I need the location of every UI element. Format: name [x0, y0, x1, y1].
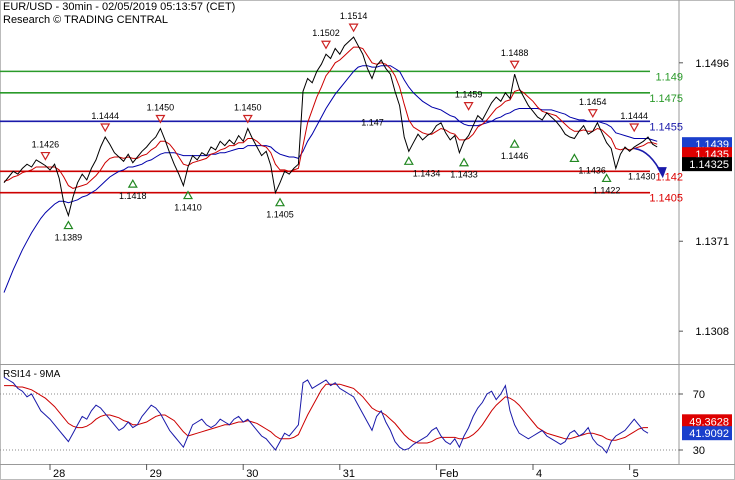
low-label: 1.1433: [450, 170, 478, 180]
low-label: 1.1422: [593, 185, 621, 195]
level-label: 1.1405: [649, 193, 683, 205]
x-tick-label: 31: [343, 468, 355, 480]
resistance-marker: [587, 109, 598, 118]
high-label: 1.1488: [501, 48, 529, 58]
support-marker: [458, 157, 470, 167]
support-marker: [127, 178, 138, 188]
support-marker: [509, 138, 520, 148]
support-marker: [601, 173, 612, 183]
chart-frame: [0, 0, 735, 480]
support-marker: [63, 220, 74, 230]
resistance-marker: [100, 123, 111, 133]
forecast-arrow-shaft: [634, 147, 663, 175]
y-tick-label: 1.1371: [695, 236, 729, 248]
high-label: 1.1450: [234, 102, 262, 112]
x-tick-label: Feb: [439, 468, 458, 480]
x-tick-label: 4: [536, 468, 542, 480]
resistance-marker: [463, 102, 474, 111]
low-label: 1.1418: [119, 191, 147, 201]
high-label: 1.1454: [579, 97, 607, 107]
low-label: 1.1434: [413, 168, 441, 178]
osc-tick-label: 70: [693, 389, 705, 401]
eurusd-chart[interactable]: 1.1491.14751.14551.1421.14051.14261.1444…: [0, 0, 735, 480]
inline-label: 1.1430: [628, 172, 656, 182]
low-label: 1.1446: [501, 151, 529, 161]
rsi-line: [3, 376, 649, 454]
low-label: 1.1389: [55, 233, 83, 243]
level-label: 1.142: [655, 171, 683, 183]
resistance-marker: [629, 123, 640, 133]
inline-label: 1.147: [361, 117, 384, 127]
resistance-marker: [320, 40, 332, 50]
high-label: 1.1514: [340, 11, 368, 21]
y-tick-label: 1.1308: [695, 326, 729, 338]
resistance-marker: [348, 23, 359, 33]
low-label: 1.1405: [266, 210, 294, 220]
x-tick-label: 28: [53, 468, 65, 480]
resistance-marker: [40, 151, 51, 161]
high-label: 1.1459: [455, 90, 483, 100]
resistance-marker: [509, 60, 520, 70]
rsi-moving-average-line: [4, 383, 648, 444]
level-label: 1.1455: [649, 121, 683, 133]
high-label: 1.1444: [91, 111, 119, 121]
oscillator-title: RSI14 - 9MA: [3, 369, 61, 380]
x-tick-label: 30: [246, 468, 258, 480]
price-tag-label: 1.14325: [689, 159, 729, 171]
oscillator-value-label: 41.9092: [689, 428, 729, 440]
high-label: 1.1426: [32, 140, 60, 150]
support-marker: [274, 197, 286, 207]
support-marker: [403, 156, 414, 165]
high-label: 1.1450: [147, 102, 175, 112]
level-label: 1.1475: [649, 93, 683, 105]
support-marker: [569, 153, 580, 163]
moving-average-slow-line: [3, 65, 658, 293]
low-label: 1.1436: [578, 165, 606, 175]
low-label: 1.1410: [174, 203, 202, 213]
osc-tick-label: 30: [693, 445, 705, 457]
x-tick-label: 5: [633, 468, 639, 480]
y-tick-label: 1.1496: [695, 58, 729, 70]
high-label: 1.1502: [312, 28, 340, 38]
high-label: 1.1444: [620, 111, 648, 121]
level-label: 1.149: [655, 71, 683, 83]
x-tick-label: 29: [150, 468, 162, 480]
